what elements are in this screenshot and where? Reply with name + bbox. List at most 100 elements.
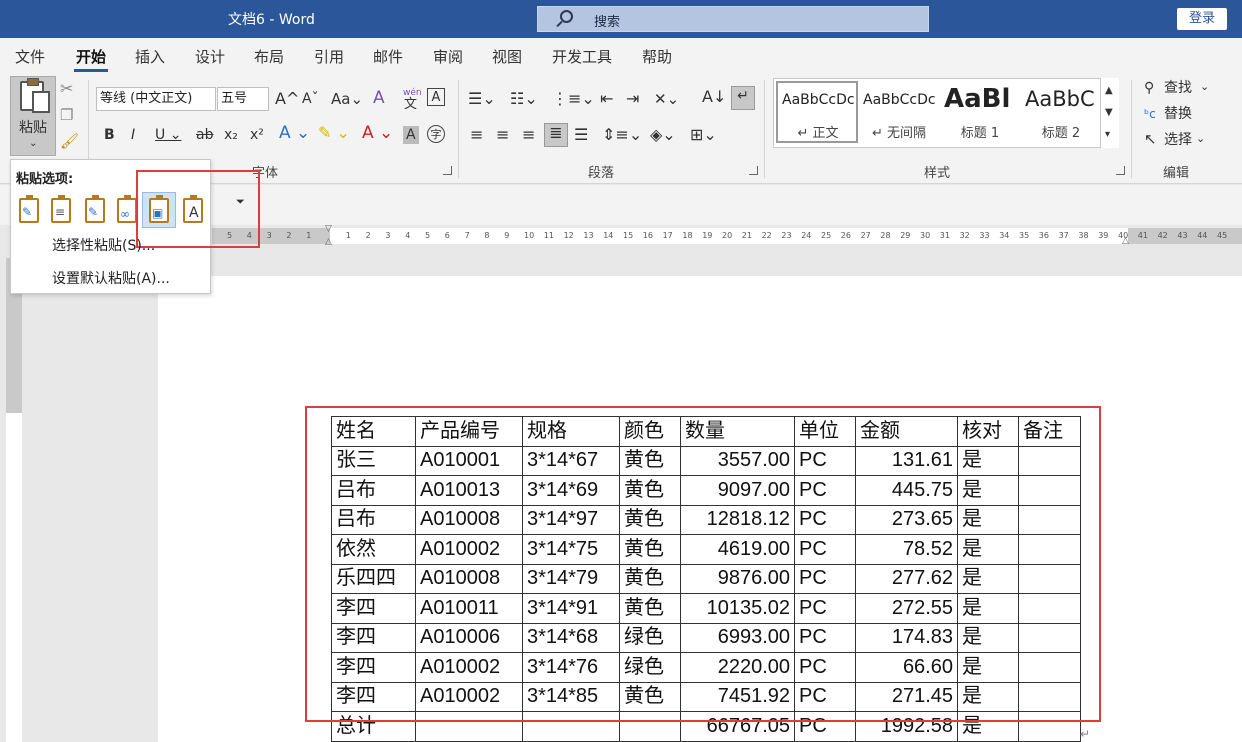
italic-icon[interactable]: I	[131, 126, 135, 144]
style-name: 标题 2	[1041, 126, 1081, 141]
format-painter-icon[interactable]: 🖌	[60, 132, 79, 150]
font-name-select[interactable]: 等线 (中文正文)	[96, 87, 216, 111]
copy-icon[interactable]: ❐	[60, 106, 73, 124]
multilevel-list-icon[interactable]: ⋮≡⌄	[552, 90, 595, 108]
paste-special-menu-item[interactable]: 选择性粘贴(S)...	[52, 235, 155, 255]
tab-insert[interactable]: 插入	[135, 46, 165, 67]
cut-icon[interactable]: ✂	[60, 80, 73, 98]
paragraph-dialog-launcher-icon[interactable]	[749, 166, 758, 175]
numbering-icon[interactable]: ☷⌄	[510, 90, 538, 108]
sort-icon[interactable]: A↓	[702, 88, 726, 106]
ruler-tick-label: 15	[623, 231, 634, 240]
ruler-tick-label: 14	[603, 231, 614, 240]
styles-dialog-launcher-icon[interactable]	[1116, 166, 1125, 175]
style-normal[interactable]: AaBbCcDc ↵ 正文	[778, 82, 858, 142]
scroll-up-icon[interactable]: ▲	[1105, 82, 1113, 100]
tab-developer[interactable]: 开发工具	[552, 46, 612, 67]
character-border-icon[interactable]: A	[427, 88, 445, 106]
keep-source-formatting-icon[interactable]: ✎	[16, 195, 42, 225]
superscript-icon[interactable]: x²	[250, 126, 264, 144]
login-button[interactable]: 登录	[1177, 8, 1227, 30]
tab-file[interactable]: 文件	[15, 46, 45, 67]
bullets-icon[interactable]: ☰⌄	[468, 90, 496, 108]
ruler-tick-label: 2	[365, 231, 371, 240]
distributed-icon[interactable]: ☰	[574, 126, 588, 144]
tab-help[interactable]: 帮助	[642, 46, 672, 67]
paste-button[interactable]: 粘贴 ⌄	[10, 76, 56, 156]
set-default-paste-menu-item[interactable]: 设置默认粘贴(A)...	[52, 268, 170, 288]
text-effects-icon[interactable]: A ⌄	[279, 124, 310, 142]
ruler-tick-label: 3	[266, 231, 272, 240]
ruler-tick-label: 1	[345, 231, 351, 240]
style-heading-1[interactable]: AaBl 标题 1	[940, 82, 1020, 142]
align-left-icon[interactable]: ≡	[470, 126, 483, 144]
highlight-box-table	[305, 406, 1101, 722]
tab-layout[interactable]: 布局	[254, 46, 284, 67]
character-shading-icon[interactable]: A	[403, 126, 419, 144]
search-box[interactable]: 搜索	[537, 6, 929, 32]
justify-icon[interactable]: ≣	[544, 123, 568, 147]
font-size-select[interactable]: 五号	[217, 87, 269, 111]
enclose-character-icon[interactable]: 字	[427, 125, 445, 143]
font-dialog-launcher-icon[interactable]	[443, 166, 452, 175]
show-marks-icon[interactable]: ↵	[731, 86, 755, 110]
styles-scroll[interactable]: ▲ ▼ ▾	[1100, 78, 1119, 148]
ruler-tick-label: 16	[642, 231, 653, 240]
paste-options-title: 粘贴选项:	[16, 172, 74, 187]
tab-home[interactable]: 开始	[76, 46, 106, 67]
scroll-down-icon[interactable]: ▼	[1105, 104, 1113, 122]
shrink-font-icon[interactable]: Aˇ	[302, 90, 319, 108]
change-case-icon[interactable]: Aa⌄	[331, 90, 363, 108]
select-button[interactable]: 选择	[1164, 131, 1192, 149]
style-no-spacing[interactable]: AaBbCcDc ↵ 无间隔	[859, 82, 939, 142]
first-line-indent-icon[interactable]: ▽	[325, 224, 332, 234]
tab-mailings[interactable]: 邮件	[373, 46, 403, 67]
grow-font-icon[interactable]: A^	[275, 90, 299, 108]
tab-references[interactable]: 引用	[314, 46, 344, 67]
subscript-icon[interactable]: x₂	[224, 126, 238, 144]
style-heading-2[interactable]: AaBbC 标题 2	[1021, 82, 1097, 142]
hanging-indent-icon[interactable]: △	[325, 237, 332, 247]
tab-review[interactable]: 审阅	[433, 46, 463, 67]
highlight-icon[interactable]: ✎ ⌄	[318, 124, 350, 142]
ruler-tick-label: 10	[524, 231, 535, 240]
tab-design[interactable]: 设计	[195, 46, 225, 67]
styles-more-icon[interactable]: ▾	[1105, 126, 1110, 144]
underline-icon[interactable]: U ⌄	[155, 126, 181, 144]
clear-formatting-icon[interactable]: A	[373, 89, 385, 107]
tab-view[interactable]: 视图	[492, 46, 522, 67]
line-spacing-icon[interactable]: ⇕≡⌄	[602, 126, 642, 144]
merge-formatting-icon[interactable]: ≡	[48, 195, 74, 225]
ruler-tick-label: 11	[543, 231, 554, 240]
ruler-tick-label: 43	[1177, 231, 1188, 240]
chevron-down-icon: ⌄	[29, 138, 38, 149]
font-color-icon[interactable]: A ⌄	[362, 124, 393, 142]
ruler-tick-label: 25	[821, 231, 832, 240]
strikethrough-icon[interactable]: ab	[196, 126, 213, 144]
borders-icon[interactable]: ⊞⌄	[690, 126, 717, 144]
phonetic-guide-icon[interactable]: 文	[404, 96, 417, 114]
chevron-down-icon: ⌄	[1196, 132, 1206, 145]
align-right-icon[interactable]: ≡	[522, 126, 535, 144]
find-button[interactable]: 查找	[1164, 79, 1192, 97]
ruler-tick-label: 38	[1078, 231, 1089, 240]
ruler-tick-label: 27	[860, 231, 871, 240]
ruler-tick-label: 17	[662, 231, 673, 240]
decrease-indent-icon[interactable]: ⇤	[600, 90, 613, 108]
align-center-icon[interactable]: ≡	[496, 126, 509, 144]
ribbon-tab-bar: 文件 开始 插入 设计 布局 引用 邮件 审阅 视图 开发工具 帮助	[0, 38, 1242, 74]
style-preview: AaBbCcDc	[782, 92, 855, 108]
increase-indent-icon[interactable]: ⇥	[626, 90, 639, 108]
right-indent-icon[interactable]: △	[1122, 236, 1129, 246]
chinese-layout-icon[interactable]: ✕⌄	[654, 90, 679, 108]
use-destination-styles-icon[interactable]: ✎	[82, 195, 108, 225]
shading-icon[interactable]: ◈⌄	[650, 126, 676, 144]
bold-icon[interactable]: B	[104, 126, 115, 144]
ruler-tick-label: 45	[1217, 231, 1228, 240]
ruler-tick-label: 36	[1038, 231, 1049, 240]
replace-button[interactable]: 替换	[1164, 105, 1192, 123]
ruler-tick-label: 41	[1137, 231, 1148, 240]
ruler-tick-label: 31	[939, 231, 950, 240]
ruler-tick-label: 24	[801, 231, 812, 240]
search-icon	[560, 10, 573, 23]
